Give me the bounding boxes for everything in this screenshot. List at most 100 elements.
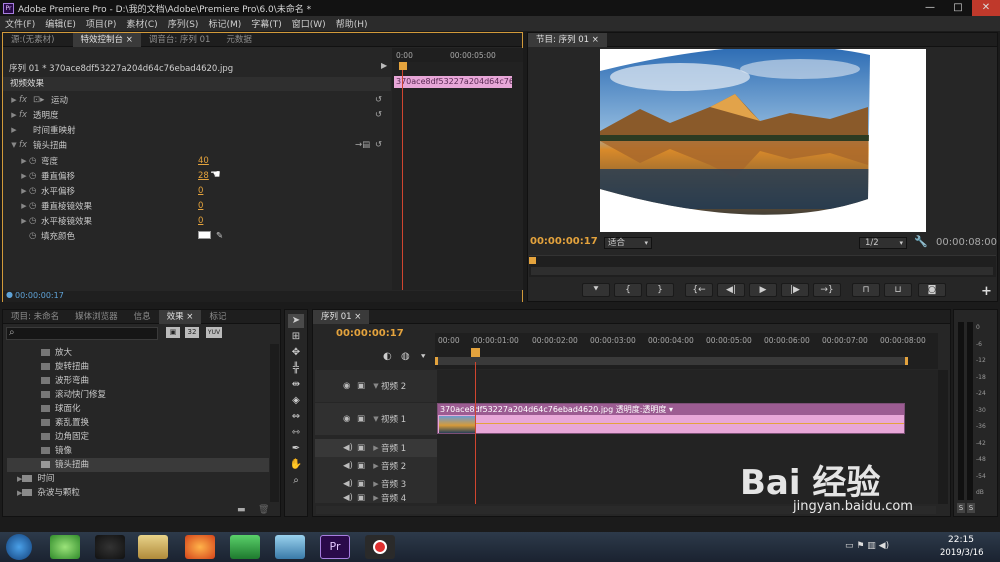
expand-icon[interactable]: ▶ xyxy=(371,494,381,502)
solo-right-button[interactable]: S xyxy=(967,503,975,513)
effect-timecode[interactable]: 00:00:00:17 xyxy=(15,291,64,300)
play-button[interactable]: ▶ xyxy=(749,283,777,297)
window-app-icon[interactable] xyxy=(275,535,305,559)
extract-button[interactable]: ⊔ xyxy=(884,283,912,297)
settings-box-icon[interactable]: →▤ xyxy=(355,140,370,150)
maximize-icon[interactable]: □ xyxy=(944,0,972,16)
rate-stretch-tool-icon[interactable]: ⇹ xyxy=(288,378,304,392)
timeline-playhead[interactable] xyxy=(475,362,476,504)
slip-tool-icon[interactable]: ⇔ xyxy=(288,410,304,424)
add-marker-button[interactable]: ⯆ xyxy=(582,283,610,297)
stopwatch-icon[interactable]: ◷ xyxy=(29,186,41,196)
menu-title[interactable]: 字幕(T) xyxy=(246,17,287,30)
param-value[interactable]: 0 xyxy=(198,186,203,196)
reset-icon[interactable]: ↺ xyxy=(375,95,382,105)
collapse-icon[interactable]: ▼ xyxy=(9,141,19,149)
effect-playhead[interactable] xyxy=(402,62,403,290)
reset-icon[interactable]: ↺ xyxy=(375,110,382,120)
list-item[interactable]: 滚动快门修复 xyxy=(41,388,106,402)
razor-tool-icon[interactable]: ◈ xyxy=(288,394,304,408)
effect-timeline-ruler[interactable]: 0:00 00:00:05:00 xyxy=(392,48,523,62)
pen-tool-icon[interactable]: ✒ xyxy=(288,442,304,456)
color-swatch[interactable] xyxy=(198,231,211,239)
qq-app-icon[interactable] xyxy=(95,535,125,559)
expand-icon[interactable]: ▶ xyxy=(371,462,381,470)
stopwatch-icon[interactable]: ◷ xyxy=(29,171,41,181)
slide-tool-icon[interactable]: ⇿ xyxy=(288,426,304,440)
list-item[interactable]: 放大 xyxy=(41,346,72,360)
eye-icon[interactable]: ◉ xyxy=(343,414,357,424)
tab-info[interactable]: 信息 xyxy=(126,310,159,324)
expand-icon[interactable]: ▶ xyxy=(9,96,19,104)
menu-window[interactable]: 窗口(W) xyxy=(287,17,331,30)
expand-icon[interactable]: ▼ xyxy=(371,382,381,390)
record-app-icon[interactable] xyxy=(365,535,395,559)
rolling-edit-tool-icon[interactable]: ╬ xyxy=(288,362,304,376)
param-value[interactable]: 0 xyxy=(198,201,203,211)
tab-metadata[interactable]: 元数据 xyxy=(218,33,260,47)
explorer-app-icon[interactable] xyxy=(138,535,168,559)
list-item[interactable]: 紊乱置换 xyxy=(41,416,89,430)
tab-media-browser[interactable]: 媒体浏览器 xyxy=(67,310,126,324)
close-icon[interactable]: ✕ xyxy=(972,0,1000,16)
lock-icon[interactable]: ▣ xyxy=(357,414,371,424)
menu-file[interactable]: 文件(F) xyxy=(0,17,40,30)
effect-clip-bar[interactable]: 370ace8df53227a204d64c76ebad xyxy=(394,76,512,88)
playhead-marker-icon[interactable] xyxy=(471,348,480,357)
playhead-marker-icon[interactable] xyxy=(399,62,407,70)
new-folder-icon[interactable]: ▬ xyxy=(237,505,246,515)
yuv-badge[interactable]: YUV xyxy=(206,327,222,338)
eye-icon[interactable]: ◉ xyxy=(343,381,357,391)
quality-dropdown[interactable]: 1/2 ▾ xyxy=(859,237,907,249)
expand-icon[interactable]: ▶ xyxy=(19,157,29,165)
stopwatch-icon[interactable]: ◷ xyxy=(29,201,41,211)
expand-icon[interactable]: ▶ xyxy=(371,444,381,452)
tab-sequence[interactable]: 序列 01 × xyxy=(313,309,370,324)
expand-icon[interactable]: ▶ xyxy=(19,202,29,210)
expand-icon[interactable]: ▶ xyxy=(19,217,29,225)
tab-markers[interactable]: 标记 xyxy=(201,310,234,324)
tab-audio-mixer[interactable]: 调音台: 序列 01 xyxy=(141,33,219,47)
fit-dropdown[interactable]: 适合 ▾ xyxy=(604,237,652,249)
accelerated-badge-icon[interactable]: ▣ xyxy=(166,327,180,338)
speaker-icon[interactable]: ◀) xyxy=(343,443,357,453)
folder-item[interactable]: ▶ 杂波与颗粒 xyxy=(17,486,80,500)
expand-icon[interactable]: ▼ xyxy=(371,415,381,423)
mark-in-button[interactable]: { xyxy=(614,283,642,297)
param-value[interactable]: 28 xyxy=(198,171,209,181)
effects-scrollbar[interactable] xyxy=(270,344,279,502)
menu-help[interactable]: 帮助(H) xyxy=(331,17,373,30)
param-value[interactable]: 0 xyxy=(198,216,203,226)
marker-icon[interactable]: ◍ xyxy=(401,351,410,362)
expand-icon[interactable]: ▶ xyxy=(19,172,29,180)
effects-search-input[interactable]: ⌕ xyxy=(6,327,158,340)
opacity-rubberband[interactable] xyxy=(476,423,904,424)
tab-program[interactable]: 节目: 序列 01 × xyxy=(528,32,607,47)
timeline-scrollbar[interactable] xyxy=(938,370,948,504)
eyedropper-icon[interactable]: ✎ xyxy=(216,231,223,241)
list-item[interactable]: 旋转扭曲 xyxy=(41,360,89,374)
program-scrubber[interactable] xyxy=(529,255,996,277)
timeline-ruler[interactable]: 00:00 00:00:01:00 00:00:02:00 00:00:03:0… xyxy=(435,333,938,369)
minimize-icon[interactable]: — xyxy=(916,0,944,16)
premiere-taskbar-icon[interactable]: Pr xyxy=(320,535,350,559)
step-forward-button[interactable]: |▶ xyxy=(781,283,809,297)
list-item[interactable]: 边角固定 xyxy=(41,430,89,444)
lock-icon[interactable]: ▣ xyxy=(357,479,371,489)
selection-tool-icon[interactable]: ➤ xyxy=(288,314,304,328)
speaker-icon[interactable]: ◀) xyxy=(343,461,357,471)
add-button-icon[interactable]: + xyxy=(981,284,992,299)
speaker-icon[interactable]: ◀) xyxy=(343,479,357,489)
export-frame-button[interactable]: ◙ xyxy=(918,283,946,297)
go-to-in-button[interactable]: {← xyxy=(685,283,713,297)
lock-icon[interactable]: ▣ xyxy=(357,493,371,503)
tab-effect-controls[interactable]: 特效控制台 × xyxy=(72,32,141,47)
lock-icon[interactable]: ▣ xyxy=(357,461,371,471)
wrench-icon[interactable]: 🔧 xyxy=(914,235,928,248)
speaker-icon[interactable]: ◀) xyxy=(343,493,357,503)
timeline-timecode[interactable]: 00:00:00:17 xyxy=(336,328,404,339)
work-area-start[interactable] xyxy=(435,357,438,365)
media-app-icon[interactable] xyxy=(230,535,260,559)
param-value[interactable]: 40 xyxy=(198,156,209,166)
snap-icon[interactable]: ◐ xyxy=(383,351,392,362)
